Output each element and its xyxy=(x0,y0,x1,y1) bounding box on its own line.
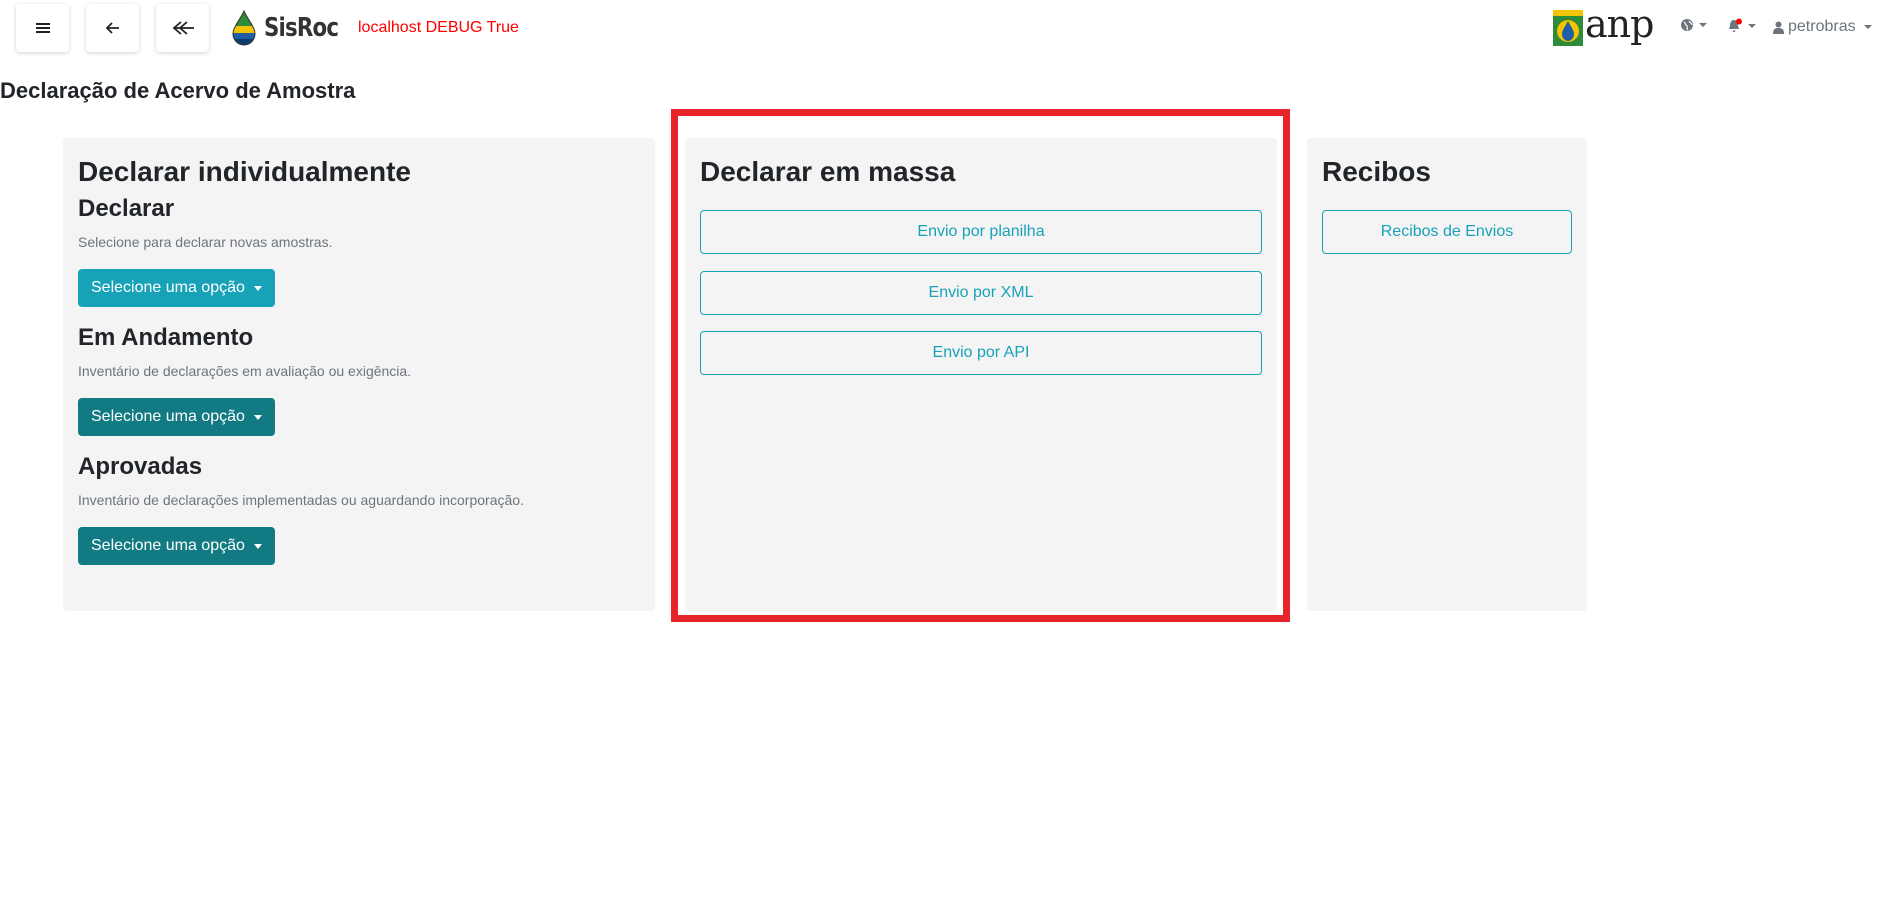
anp-logo: anp xyxy=(1553,2,1654,48)
language-dropdown[interactable] xyxy=(1680,18,1707,32)
chevron-down-icon xyxy=(1748,24,1756,28)
user-icon xyxy=(1773,21,1784,34)
brand-logo[interactable]: SisRoc xyxy=(230,10,354,46)
section-title-em-andamento: Em Andamento xyxy=(78,324,254,351)
aprovadas-select-button[interactable]: Selecione uma opção xyxy=(78,527,275,565)
debug-label: localhost DEBUG True xyxy=(358,19,519,36)
page-title: Declaração de Acervo de Amostra xyxy=(0,78,356,103)
menu-icon xyxy=(35,23,50,33)
arrow-left-icon xyxy=(105,22,119,34)
chevron-down-icon xyxy=(253,414,262,420)
user-dropdown[interactable]: petrobras xyxy=(1773,18,1872,36)
section-title-declarar: Declarar xyxy=(78,195,175,222)
drop-logo-icon xyxy=(232,10,256,46)
upload-api-button[interactable]: Envio por API xyxy=(700,331,1262,375)
upload-xml-button[interactable]: Envio por XML xyxy=(700,271,1262,315)
section-description: Selecione para declarar novas amostras. xyxy=(78,234,333,250)
double-chevron-left-icon xyxy=(172,21,194,35)
receipts-button[interactable]: Recibos de Envios xyxy=(1322,210,1572,254)
section-description: Inventário de declarações implementadas … xyxy=(78,492,524,508)
section-title-aprovadas: Aprovadas xyxy=(78,453,203,480)
brand-name: SisRoc xyxy=(264,13,339,43)
card-title: Recibos xyxy=(1322,156,1431,187)
declare-mass-card: Declarar em massa Envio por planilha Env… xyxy=(685,138,1277,611)
back-button[interactable] xyxy=(86,4,139,52)
receipts-card: Recibos Recibos de Envios xyxy=(1307,138,1587,611)
button-label: Selecione uma opção xyxy=(91,279,245,296)
back-to-start-button[interactable] xyxy=(156,4,209,52)
notifications-dropdown[interactable] xyxy=(1727,18,1756,34)
chevron-down-icon xyxy=(253,285,262,291)
bell-icon xyxy=(1729,18,1742,32)
card-title: Declarar em massa xyxy=(700,156,956,187)
chevron-down-icon xyxy=(1699,23,1707,27)
user-name: petrobras xyxy=(1788,18,1856,35)
chevron-down-icon xyxy=(1863,25,1872,29)
globe-icon xyxy=(1681,19,1693,31)
menu-button[interactable] xyxy=(16,4,69,52)
declare-individually-card: Declarar individualmente Declarar Seleci… xyxy=(63,138,655,611)
anp-flag-icon xyxy=(1553,10,1583,46)
declarar-select-button[interactable]: Selecione uma opção xyxy=(78,269,275,307)
button-label: Selecione uma opção xyxy=(91,408,245,425)
top-navbar: SisRoc localhost DEBUG True anp petrobra… xyxy=(0,0,1887,56)
button-label: Selecione uma opção xyxy=(91,537,245,554)
section-description: Inventário de declarações em avaliação o… xyxy=(78,363,412,379)
em-andamento-select-button[interactable]: Selecione uma opção xyxy=(78,398,275,436)
anp-logo-text: anp xyxy=(1585,2,1654,46)
card-title: Declarar individualmente xyxy=(78,156,412,187)
upload-spreadsheet-button[interactable]: Envio por planilha xyxy=(700,210,1262,254)
chevron-down-icon xyxy=(253,543,262,549)
